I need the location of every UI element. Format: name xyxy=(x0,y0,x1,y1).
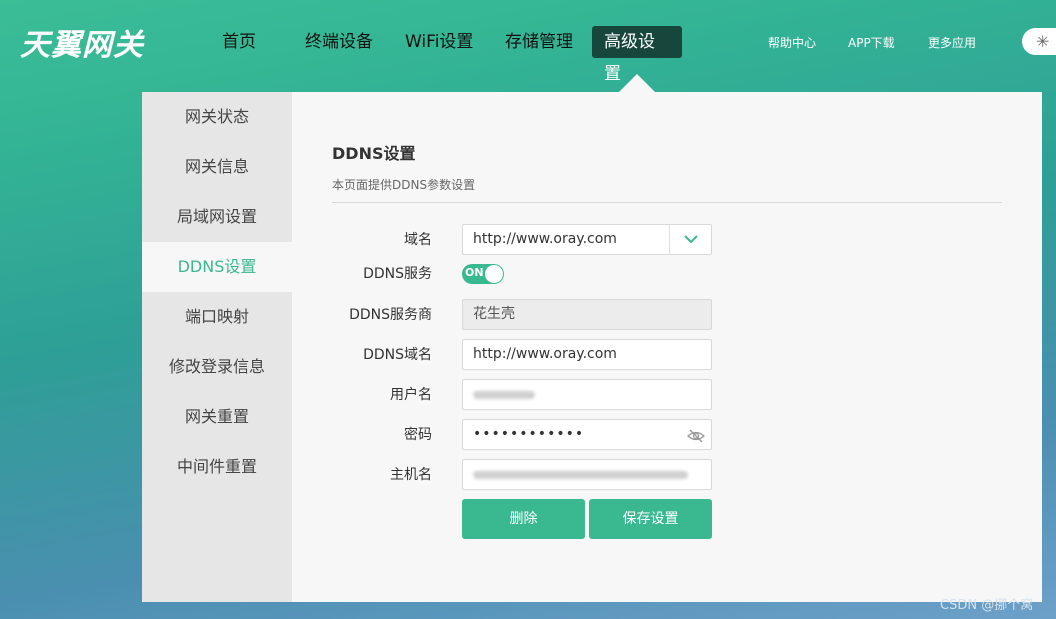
sidebar-item-middleware-reset[interactable]: 中间件重置 xyxy=(142,442,292,492)
sidebar-item-gateway-reset[interactable]: 网关重置 xyxy=(142,392,292,442)
app-download-link[interactable]: APP下载 xyxy=(848,34,895,51)
provider-row: DDNS服务商 花生壳 xyxy=(292,299,1042,331)
username-input[interactable] xyxy=(462,379,712,410)
ddns-content: DDNS设置 本页面提供DDNS参数设置 域名 http://www.oray.… xyxy=(292,92,1042,602)
provider-field: 花生壳 xyxy=(462,299,712,330)
nav-wifi-settings[interactable]: WiFi设置 xyxy=(393,26,485,58)
nav-home[interactable]: 首页 xyxy=(210,26,268,58)
sidebar-item-gateway-status[interactable]: 网关状态 xyxy=(142,92,292,142)
ddns-domain-label: DDNS域名 xyxy=(363,347,432,363)
action-row: 删除 保存设置 xyxy=(292,499,1042,539)
hostname-row: 主机名 xyxy=(292,459,1042,491)
csdn-watermark: CSDN @挪个窝 xyxy=(940,598,1034,613)
eye-off-icon[interactable] xyxy=(687,426,705,455)
domain-label: 域名 xyxy=(404,232,432,248)
password-input[interactable]: •••••••••••• xyxy=(462,419,712,450)
redacted-username xyxy=(473,391,535,399)
help-center-link[interactable]: 帮助中心 xyxy=(768,34,816,51)
sidebar-item-gateway-info[interactable]: 网关信息 xyxy=(142,142,292,192)
username-row: 用户名 xyxy=(292,379,1042,411)
page-title: DDNS设置 xyxy=(332,144,416,163)
password-mask: •••••••••••• xyxy=(473,426,585,442)
username-label: 用户名 xyxy=(390,387,432,403)
title-divider xyxy=(332,202,1002,203)
loading-spinner-icon: ✳ xyxy=(1036,32,1050,51)
brand-logo[interactable]: 天翼网关 xyxy=(20,20,144,64)
nav-advanced-settings[interactable]: 高级设置 xyxy=(592,26,682,84)
password-label: 密码 xyxy=(404,427,432,443)
password-row: 密码 •••••••••••• xyxy=(292,419,1042,451)
ddns-domain-input[interactable]: http://www.oray.com xyxy=(462,339,712,370)
ddns-service-row: DDNS服务 ON xyxy=(292,258,1042,290)
toggle-knob xyxy=(485,265,503,283)
toggle-state-text: ON xyxy=(465,266,484,279)
hostname-label: 主机名 xyxy=(390,467,432,483)
top-navigation-bar: 天翼网关 首页 终端设备 WiFi设置 存储管理 高级设置 帮助中心 APP下载… xyxy=(0,0,1056,84)
more-apps-link[interactable]: 更多应用 xyxy=(928,34,976,51)
provider-label: DDNS服务商 xyxy=(349,307,432,323)
settings-panel: 网关状态 网关信息 局域网设置 DDNS设置 端口映射 修改登录信息 网关重置 … xyxy=(142,92,1042,602)
page-description: 本页面提供DDNS参数设置 xyxy=(332,178,476,192)
hostname-input[interactable] xyxy=(462,459,712,490)
sidebar-menu: 网关状态 网关信息 局域网设置 DDNS设置 端口映射 修改登录信息 网关重置 … xyxy=(142,92,292,602)
delete-button[interactable]: 删除 xyxy=(462,499,585,539)
sidebar-item-lan-settings[interactable]: 局域网设置 xyxy=(142,192,292,242)
ddns-service-toggle[interactable]: ON xyxy=(462,264,504,284)
sidebar-item-port-mapping[interactable]: 端口映射 xyxy=(142,292,292,342)
save-settings-button[interactable]: 保存设置 xyxy=(589,499,712,539)
domain-row: 域名 http://www.oray.com xyxy=(292,224,1042,256)
loading-pill[interactable]: ✳ xyxy=(1022,28,1056,55)
nav-storage-management[interactable]: 存储管理 xyxy=(493,26,585,58)
chevron-down-icon[interactable] xyxy=(669,225,711,254)
sidebar-item-modify-login[interactable]: 修改登录信息 xyxy=(142,342,292,392)
redacted-hostname xyxy=(473,471,688,479)
domain-select[interactable]: http://www.oray.com xyxy=(462,224,712,255)
ddns-domain-row: DDNS域名 http://www.oray.com xyxy=(292,339,1042,371)
domain-select-value: http://www.oray.com xyxy=(473,231,617,247)
ddns-service-label: DDNS服务 xyxy=(363,266,432,282)
active-nav-caret xyxy=(618,74,656,93)
nav-terminal-devices[interactable]: 终端设备 xyxy=(293,26,385,58)
sidebar-item-ddns-settings[interactable]: DDNS设置 xyxy=(142,242,292,292)
